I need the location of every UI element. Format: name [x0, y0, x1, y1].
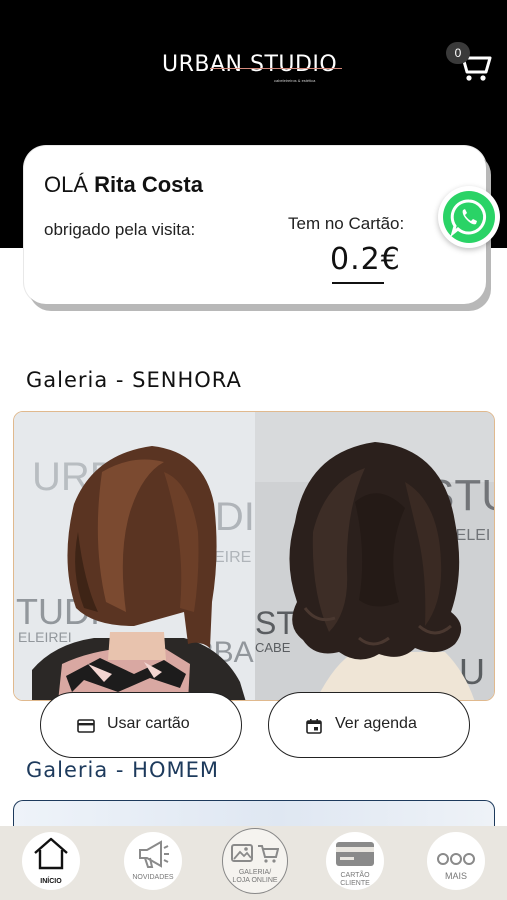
greeting-card: OLÁ Rita Costa obrigado pela visita: Tem… — [24, 146, 486, 304]
shop-cart-icon — [258, 845, 279, 863]
usar-cartao-button[interactable]: Usar cartão — [40, 692, 242, 758]
nav-novidades-label: NOVIDADES — [132, 874, 174, 881]
greeting-thanks: obrigado pela visita: — [44, 220, 196, 239]
photo-short-bob-image: URB UDI EIRE TUDIO ELEIREI RBA — [14, 412, 255, 700]
nav-mais[interactable]: MAIS — [427, 832, 485, 890]
greeting-hello: OLÁ — [44, 172, 89, 197]
megaphone-icon — [139, 840, 169, 868]
nav-galeria-label-2: LOJA ONLINE — [232, 877, 278, 884]
ver-agenda-label: Ver agenda — [335, 715, 417, 732]
nav-galeria-loja[interactable]: GALERIA/ LOJA ONLINE — [222, 828, 288, 894]
calendar-icon — [306, 719, 322, 734]
nav-cartao-label-1: CARTÃO — [340, 872, 370, 879]
hair-photo-short-bob[interactable]: URB UDI EIRE TUDIO ELEIREI RBA — [14, 412, 255, 700]
client-card-icon — [336, 842, 374, 866]
credit-card-icon — [77, 719, 95, 733]
nav-inicio[interactable]: INÍCIO — [22, 832, 80, 890]
photo-wall-text-3: EIRE — [214, 549, 251, 566]
card-balance-value: 0.2€ — [330, 242, 401, 277]
whatsapp-icon-bg — [443, 191, 495, 243]
photo-wall-text-5: ELEIREI — [18, 629, 72, 645]
nav-inicio-label: INÍCIO — [40, 878, 62, 885]
cart-count-badge: 0 — [446, 42, 470, 64]
nav-mais-label: MAIS — [444, 871, 467, 881]
more-dots-icon — [437, 853, 475, 865]
cart-button[interactable]: 0 — [446, 42, 494, 82]
logo-text: URBAN STUDIO — [162, 52, 338, 77]
nav-cartao-label-2: CLIENTE — [340, 880, 370, 887]
ver-agenda-button[interactable]: Ver agenda — [268, 692, 470, 758]
greeting-title: OLÁ Rita Costa — [44, 172, 203, 198]
gallery-homem-title: Galeria - HOMEM — [26, 758, 219, 782]
usar-cartao-label: Usar cartão — [107, 715, 190, 732]
user-name: Rita Costa — [94, 172, 203, 197]
nav-novidades[interactable]: NOVIDADES — [124, 832, 182, 890]
urban-studio-logo: URBAN STUDIO cabeleireiros & estética — [162, 50, 352, 90]
card-balance-label: Tem no Cartão: — [288, 214, 405, 233]
gallery-senhora-title: Galeria - SENHORA — [26, 368, 242, 392]
whatsapp-icon — [450, 199, 487, 238]
logo-subtitle: cabeleireiros & estética — [274, 78, 316, 83]
gallery-senhora[interactable]: URB UDI EIRE TUDIO ELEIREI RBA STU BELEI… — [13, 411, 495, 701]
home-icon — [34, 837, 68, 870]
card-balance-underline — [332, 282, 384, 284]
hair-photo-wavy-bob[interactable]: STU BELEI STU CABE U — [255, 412, 494, 700]
bottom-navigation: INÍCIO NOVIDADES GALERIA/ LOJA ONLINE CA… — [0, 826, 507, 900]
gallery-image-icon — [231, 844, 253, 862]
photo-wall-text-10: CABE — [255, 640, 291, 655]
nav-galeria-label-1: GALERIA/ — [238, 869, 272, 876]
photo-wavy-bob-image: STU BELEI STU CABE U — [255, 412, 494, 700]
logo-line — [210, 68, 342, 69]
whatsapp-button[interactable] — [438, 186, 500, 248]
nav-cartao-cliente[interactable]: CARTÃO CLIENTE — [326, 832, 384, 890]
